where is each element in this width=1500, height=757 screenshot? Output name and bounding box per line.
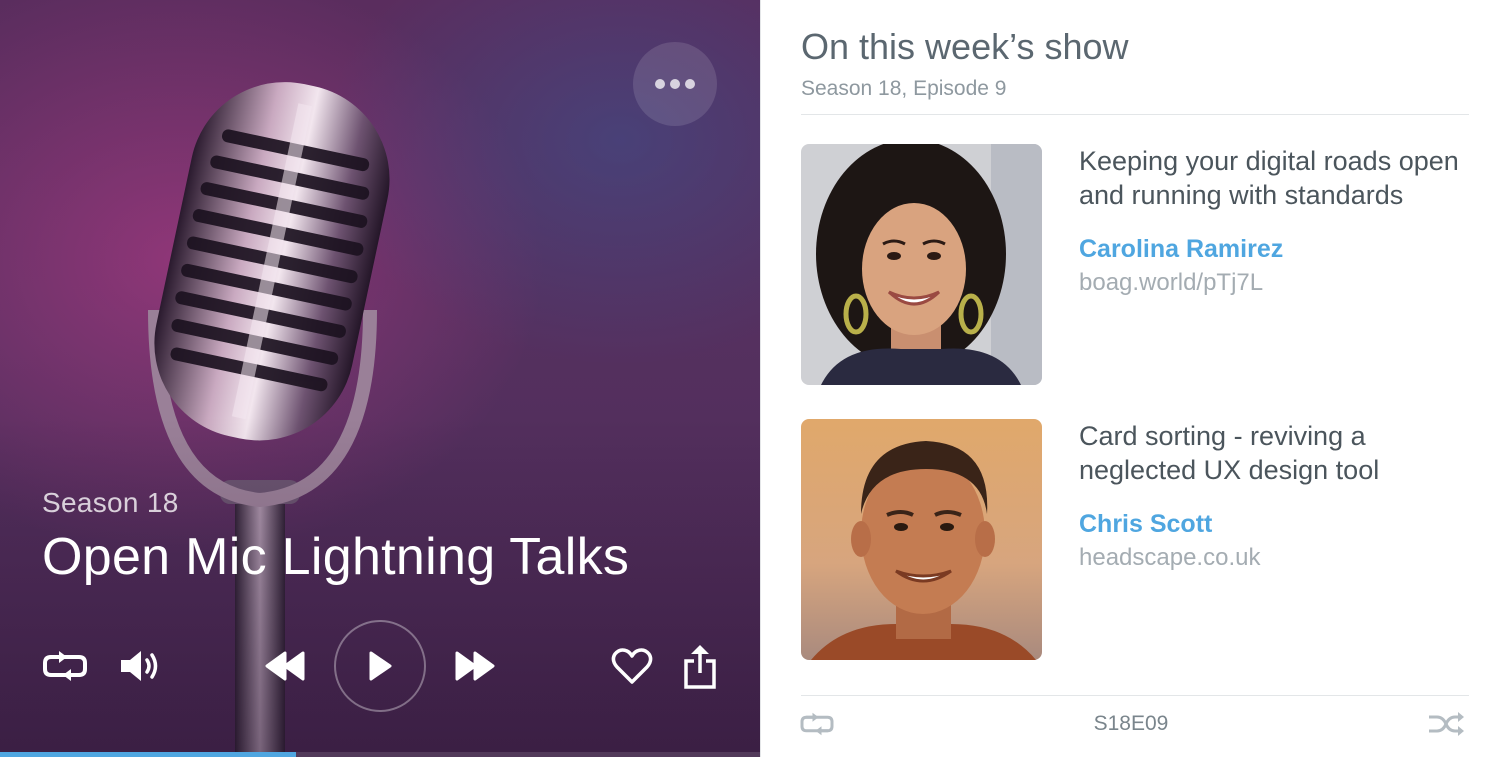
repeat-icon	[43, 651, 87, 681]
episode-subheading: Season 18, Episode 9	[801, 77, 1007, 100]
fast-forward-button[interactable]	[452, 646, 498, 686]
more-options-button[interactable]	[633, 42, 717, 126]
divider	[801, 695, 1469, 696]
divider	[801, 114, 1469, 115]
more-dots-icon	[655, 79, 665, 89]
share-button[interactable]	[680, 642, 720, 690]
rewind-icon	[265, 651, 305, 681]
fast-forward-icon	[455, 651, 495, 681]
speaker-portrait	[801, 419, 1042, 660]
play-icon	[369, 651, 392, 681]
heart-icon	[611, 648, 653, 684]
speaker-link[interactable]: boag.world/pTj7L	[1079, 269, 1263, 297]
play-button[interactable]	[334, 620, 426, 712]
favorite-button[interactable]	[610, 644, 654, 688]
speaker-photo	[801, 419, 1042, 660]
volume-icon	[121, 651, 158, 681]
share-icon	[684, 645, 716, 689]
speaker-link[interactable]: headscape.co.uk	[1079, 544, 1260, 572]
volume-button[interactable]	[118, 646, 164, 686]
season-label: Season 18	[42, 487, 179, 518]
repeat-button[interactable]	[40, 646, 90, 686]
speaker-portrait	[801, 144, 1042, 385]
talk-item[interactable]: Keeping your digital roads open and runn…	[801, 144, 1469, 385]
rewind-button[interactable]	[262, 646, 308, 686]
speaker-name[interactable]: Chris Scott	[1079, 510, 1212, 539]
progress-bar[interactable]	[0, 752, 760, 757]
more-dot	[670, 79, 680, 89]
talk-title: Keeping your digital roads open and runn…	[1079, 146, 1459, 210]
show-heading: On this week’s show	[801, 26, 1129, 67]
speaker-name[interactable]: Carolina Ramirez	[1079, 235, 1283, 264]
shuffle-button[interactable]	[1427, 711, 1467, 739]
episode-title: Open Mic Lightning Talks	[42, 528, 630, 586]
talk-title: Card sorting - reviving a neglected UX d…	[1079, 421, 1380, 485]
shuffle-icon	[1429, 712, 1464, 736]
more-dot	[685, 79, 695, 89]
player-panel: Season 18 Open Mic Lightning Talks	[0, 0, 760, 757]
talk-item[interactable]: Card sorting - reviving a neglected UX d…	[801, 419, 1469, 660]
speaker-photo	[801, 144, 1042, 385]
episode-code: S18E09	[1093, 712, 1169, 735]
progress-fill	[0, 752, 297, 757]
episode-details-panel: On this week’s show Season 18, Episode 9	[760, 0, 1500, 757]
